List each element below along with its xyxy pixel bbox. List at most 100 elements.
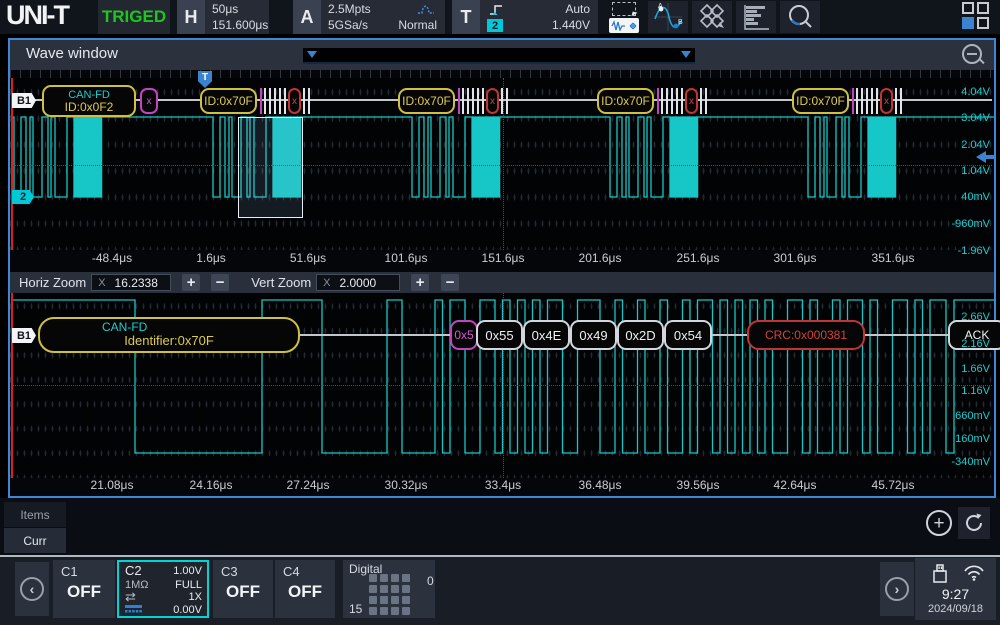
zoom-selection-rect[interactable] — [238, 117, 303, 218]
search-icon — [785, 2, 815, 32]
channel3-name: C3 — [221, 564, 238, 579]
horiz-zoom-plus-button[interactable]: + — [182, 274, 200, 291]
dlc-bit-mark — [260, 88, 262, 114]
digital-channel-dot — [402, 596, 410, 604]
search-button[interactable] — [780, 1, 820, 33]
tab-curr[interactable]: Curr — [4, 528, 66, 553]
channel1-panel[interactable]: C1 OFF — [53, 560, 115, 618]
channel3-panel[interactable]: C3 OFF — [213, 560, 273, 618]
horiz-zoom-mult: X — [98, 277, 105, 289]
ab-waveform-math-button[interactable]: A B — [648, 1, 688, 33]
trigger-status-badge: TRIGED — [98, 0, 170, 34]
lower-scale-label: 160mV — [955, 433, 990, 445]
data-byte-bubble: 0x4E — [523, 320, 570, 350]
channel3-state: OFF — [213, 582, 273, 602]
wave-window-panel: Wave window T B1 CAN-FD ID:0x0F2 x ID:0x… — [8, 38, 996, 498]
scroll-channels-right-button[interactable]: › — [880, 562, 914, 616]
time-label: 21.08μs — [80, 478, 144, 492]
digital-channel-dot — [380, 574, 388, 582]
brand-logo: UNI-T — [6, 0, 68, 31]
mask-draw-button[interactable] — [692, 1, 732, 33]
vert-zoom-minus-button[interactable]: − — [441, 274, 459, 291]
data-bit-marks — [462, 88, 484, 114]
trigger-sweep-value: Auto — [565, 2, 590, 16]
time-label: 301.6μs — [763, 251, 827, 265]
acquire-mode-value: Normal — [398, 18, 437, 32]
zoom-out-button[interactable] — [962, 44, 984, 66]
digital-panel[interactable]: Digital 0 15 — [343, 560, 435, 618]
channel2-probe: 1X — [189, 591, 202, 603]
channel2-offset: 0.00V — [173, 604, 202, 616]
data-bit-marks — [895, 88, 903, 114]
acquire-settings-button[interactable]: A 2.5Mpts 5GSa/s Normal — [293, 0, 445, 34]
bus1-tag-lower[interactable]: B1 — [12, 328, 36, 343]
time-label: 42.64μs — [763, 478, 827, 492]
select-zone-button[interactable] — [604, 1, 644, 33]
memory-depth-value: 2.5Mpts — [328, 2, 371, 16]
time-label: 251.6μs — [666, 251, 730, 265]
lower-scale-label: 1.66V — [961, 363, 990, 375]
trigger-level-value: 1.440V — [552, 18, 590, 32]
add-measure-button[interactable]: + — [926, 510, 952, 536]
data-bit-marks — [303, 88, 311, 114]
vert-zoom-mult: X — [323, 277, 330, 289]
dlc-bubble: 0x5 — [450, 320, 478, 350]
vert-zoom-value-box[interactable]: X 2.0000 — [316, 274, 400, 291]
digital-channel-dot — [391, 596, 399, 604]
digital-label: Digital — [349, 562, 382, 576]
record-scrollbar[interactable] — [303, 48, 695, 64]
channel4-panel[interactable]: C4 OFF — [275, 560, 335, 618]
digital-channel-dot — [369, 607, 377, 615]
refresh-button[interactable] — [958, 507, 990, 539]
system-status-panel[interactable]: 9:27 2024/09/18 — [915, 558, 996, 620]
scroll-channels-left-button[interactable]: ‹ — [15, 562, 49, 616]
data-bit-marks — [700, 88, 708, 114]
horizontal-key: H — [177, 0, 205, 34]
time-label: -48.4μs — [80, 251, 144, 265]
error-bubble: x — [685, 88, 698, 114]
time-label: 24.16μs — [179, 478, 243, 492]
offset-marker-icon — [125, 605, 142, 614]
scroll-right-handle-icon[interactable] — [681, 51, 691, 58]
decode-bus-line-lower — [710, 334, 747, 336]
histogram-button[interactable] — [736, 1, 776, 33]
bus1-tag-upper[interactable]: B1 — [12, 93, 36, 108]
digital-last-channel: 15 — [349, 602, 362, 616]
data-byte-bubble: 0x2D — [617, 320, 664, 350]
upper-scale-label: 40mV — [961, 191, 990, 203]
data-bit-marks — [856, 88, 878, 114]
horizontal-settings-button[interactable]: H 50μs 151.600μs — [177, 0, 269, 34]
data-bit-marks — [661, 88, 683, 114]
chevron-left-icon: ‹ — [20, 577, 44, 601]
horiz-zoom-minus-button[interactable]: − — [211, 274, 229, 291]
upper-scale-label: 1.04V — [961, 165, 990, 177]
display-layout-button[interactable] — [962, 2, 994, 32]
channel2-panel[interactable]: C2 1.00V 1MΩ FULL ⇄ 1X 0.00V — [117, 560, 209, 618]
horiz-zoom-value-box[interactable]: X 16.2338 — [91, 274, 171, 291]
digital-channel-dot — [369, 585, 377, 593]
trigger-key: T — [452, 0, 480, 34]
upper-scale-label: 4.04V — [961, 86, 990, 98]
error-bubble: x — [486, 88, 499, 114]
data-bit-marks — [501, 88, 509, 114]
sample-rate-value: 5GSa/s — [328, 18, 368, 32]
time-label: 27.24μs — [276, 478, 340, 492]
upper-scale-label: -1.96V — [958, 245, 990, 257]
trigger-edge-icon — [488, 3, 508, 17]
time-label: 351.6μs — [861, 251, 925, 265]
lower-scale-label: 2.66V — [961, 311, 990, 323]
channel2-scale: 1.00V — [173, 565, 202, 577]
scroll-left-handle-icon[interactable] — [307, 51, 317, 58]
svg-text:B: B — [678, 19, 683, 26]
trigger-settings-button[interactable]: T 2 Auto 1.440V — [452, 0, 598, 34]
time-label: 39.56μs — [666, 478, 730, 492]
tab-items[interactable]: Items — [4, 502, 66, 527]
digital-first-channel: 0 — [427, 574, 434, 588]
cursor-line-lower[interactable] — [11, 293, 13, 478]
vert-zoom-plus-button[interactable]: + — [411, 274, 429, 291]
time-label: 1.6μs — [179, 251, 243, 265]
wifi-icon — [963, 564, 985, 581]
usb-icon — [931, 562, 949, 584]
svg-text:A: A — [658, 3, 663, 10]
channel2-tag[interactable]: 2 — [12, 190, 34, 204]
